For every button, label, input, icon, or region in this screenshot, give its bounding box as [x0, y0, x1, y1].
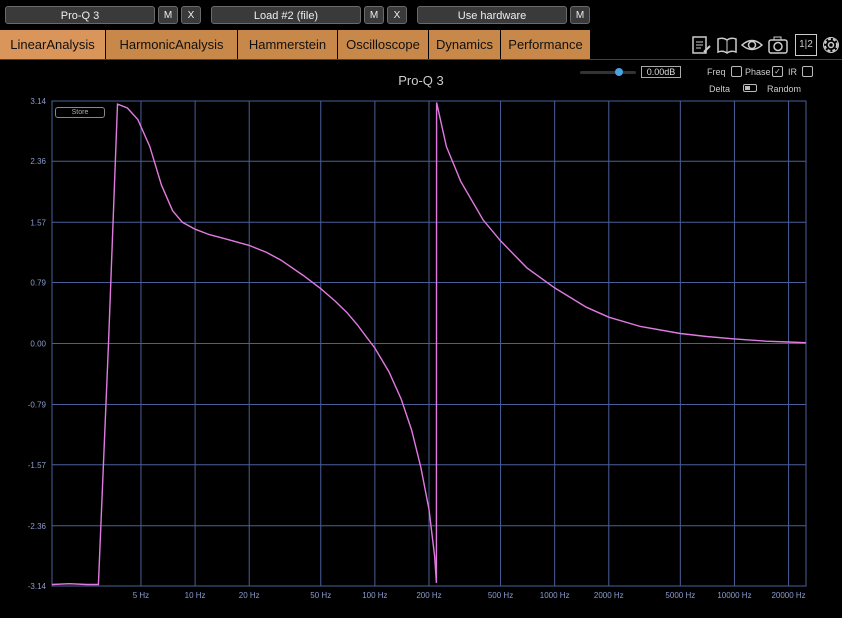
- hardware-monitor-button[interactable]: M: [570, 6, 590, 24]
- notes-icon[interactable]: [690, 34, 712, 56]
- y-tick-label: -0.79: [28, 401, 47, 410]
- y-tick-label: 2.36: [30, 157, 46, 166]
- x-tick-label: 10 Hz: [185, 591, 206, 600]
- y-tick-label: -2.36: [28, 522, 47, 531]
- tab-performance[interactable]: Performance: [501, 30, 591, 59]
- split-view-icon[interactable]: 1|2: [795, 34, 817, 56]
- toolbar: Pro-Q 3 M X Load #2 (file) M X Use hardw…: [0, 0, 842, 30]
- tab-dynamics[interactable]: Dynamics: [429, 30, 501, 59]
- freq-label: Freq: [707, 67, 726, 77]
- phase-label: Phase: [745, 67, 771, 77]
- x-tick-label: 1000 Hz: [540, 591, 570, 600]
- x-tick-label: 2000 Hz: [594, 591, 624, 600]
- phase-checkbox[interactable]: ✓: [772, 66, 783, 77]
- plugin2-monitor-button[interactable]: M: [364, 6, 384, 24]
- x-tick-label: 5000 Hz: [665, 591, 695, 600]
- x-tick-label: 5 Hz: [133, 591, 149, 600]
- x-tick-label: 20 Hz: [239, 591, 260, 600]
- x-tick-label: 100 Hz: [362, 591, 387, 600]
- gain-value[interactable]: 0.00dB: [641, 66, 681, 78]
- plugin2-load-button[interactable]: Load #2 (file): [211, 6, 361, 24]
- eye-icon[interactable]: [741, 34, 763, 56]
- x-tick-label: 500 Hz: [488, 591, 513, 600]
- book-icon[interactable]: [716, 34, 738, 56]
- y-axis-labels: 3.14 2.36 1.57 0.79 0.00 -0.79 -1.57 -2.36 -3.14: [28, 97, 47, 591]
- y-tick-label: 1.57: [30, 218, 46, 227]
- y-tick-label: 3.14: [30, 97, 46, 106]
- tab-hammerstein[interactable]: Hammerstein: [238, 30, 338, 59]
- random-label: Random: [767, 84, 802, 94]
- delta-label: Delta: [709, 84, 731, 94]
- freq-checkbox[interactable]: [731, 66, 742, 77]
- tab-oscilloscope[interactable]: Oscilloscope: [338, 30, 429, 59]
- camera-icon[interactable]: [767, 34, 789, 56]
- y-tick-label: 0.00: [30, 340, 46, 349]
- gear-icon[interactable]: [820, 34, 842, 56]
- tab-linear-analysis[interactable]: LinearAnalysis: [0, 30, 106, 59]
- x-tick-label: 50 Hz: [310, 591, 331, 600]
- tab-harmonic-analysis[interactable]: HarmonicAnalysis: [106, 30, 238, 59]
- y-tick-label: -1.57: [28, 461, 47, 470]
- y-tick-label: -3.14: [28, 582, 47, 591]
- phase-plot: 3.14 2.36 1.57 0.79 0.00 -0.79 -1.57 -2.36 -3.14…: [28, 97, 807, 600]
- plugin2-close-button[interactable]: X: [387, 6, 407, 24]
- plugin1-close-button[interactable]: X: [181, 6, 201, 24]
- delta-toggle[interactable]: [743, 84, 757, 92]
- use-hardware-button[interactable]: Use hardware: [417, 6, 567, 24]
- plugin1-monitor-button[interactable]: M: [158, 6, 178, 24]
- plugin1-button[interactable]: Pro-Q 3: [5, 6, 155, 24]
- x-axis-labels: 5 Hz 10 Hz 20 Hz 50 Hz 100 Hz 200 Hz 500 Hz 100…: [133, 591, 806, 600]
- ir-checkbox[interactable]: [802, 66, 813, 77]
- x-tick-label: 20000 Hz: [771, 591, 805, 600]
- x-tick-label: 200 Hz: [416, 591, 441, 600]
- y-tick-label: 0.79: [30, 278, 46, 287]
- store-button[interactable]: Store: [55, 107, 105, 118]
- gain-slider-track[interactable]: [580, 71, 636, 74]
- ir-label: IR: [788, 67, 797, 77]
- gain-slider-knob[interactable]: [615, 68, 623, 76]
- x-tick-label: 10000 Hz: [717, 591, 751, 600]
